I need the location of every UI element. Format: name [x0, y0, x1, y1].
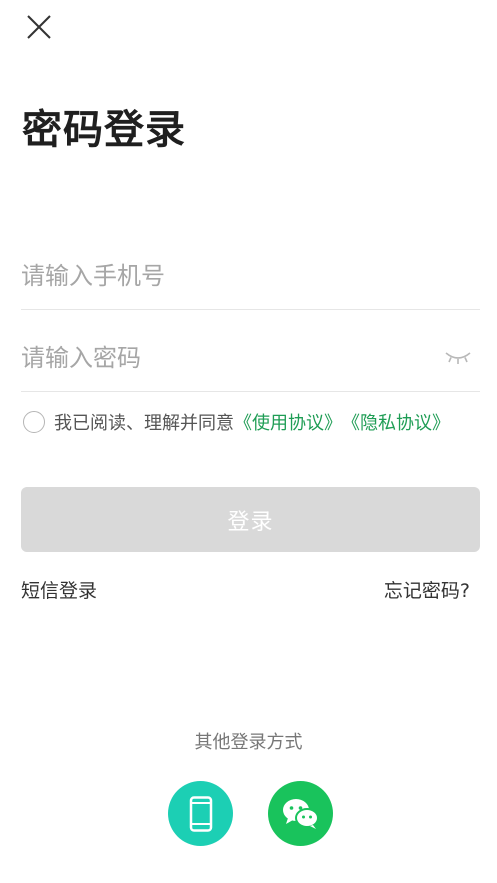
- privacy-policy-link[interactable]: 《隐私协议》: [342, 409, 450, 435]
- page-title: 密码登录: [22, 107, 186, 153]
- forgot-password-link[interactable]: 忘记密码?: [384, 576, 470, 603]
- close-icon: [27, 15, 51, 39]
- other-login-title: 其他登录方式: [194, 732, 303, 753]
- agreement-text: 我已阅读、理解并同意: [54, 413, 234, 434]
- login-button[interactable]: 登录: [21, 487, 480, 552]
- phone-login-button[interactable]: [168, 781, 233, 846]
- password-field: [21, 310, 480, 392]
- user-agreement-link[interactable]: 《使用协议》: [234, 409, 342, 435]
- agreement-checkbox[interactable]: [23, 411, 45, 433]
- sms-login-link[interactable]: 短信登录: [21, 576, 97, 603]
- eye-closed-icon[interactable]: [444, 349, 472, 367]
- password-input[interactable]: [21, 337, 421, 379]
- phone-input[interactable]: [21, 255, 421, 297]
- wechat-icon: [282, 798, 319, 829]
- mobile-phone-icon: [189, 795, 212, 832]
- close-button[interactable]: [22, 10, 56, 44]
- phone-field: [21, 228, 480, 310]
- wechat-login-button[interactable]: [268, 781, 333, 846]
- agreement-row: 我已阅读、理解并同意 《使用协议》 《隐私协议》: [23, 408, 450, 436]
